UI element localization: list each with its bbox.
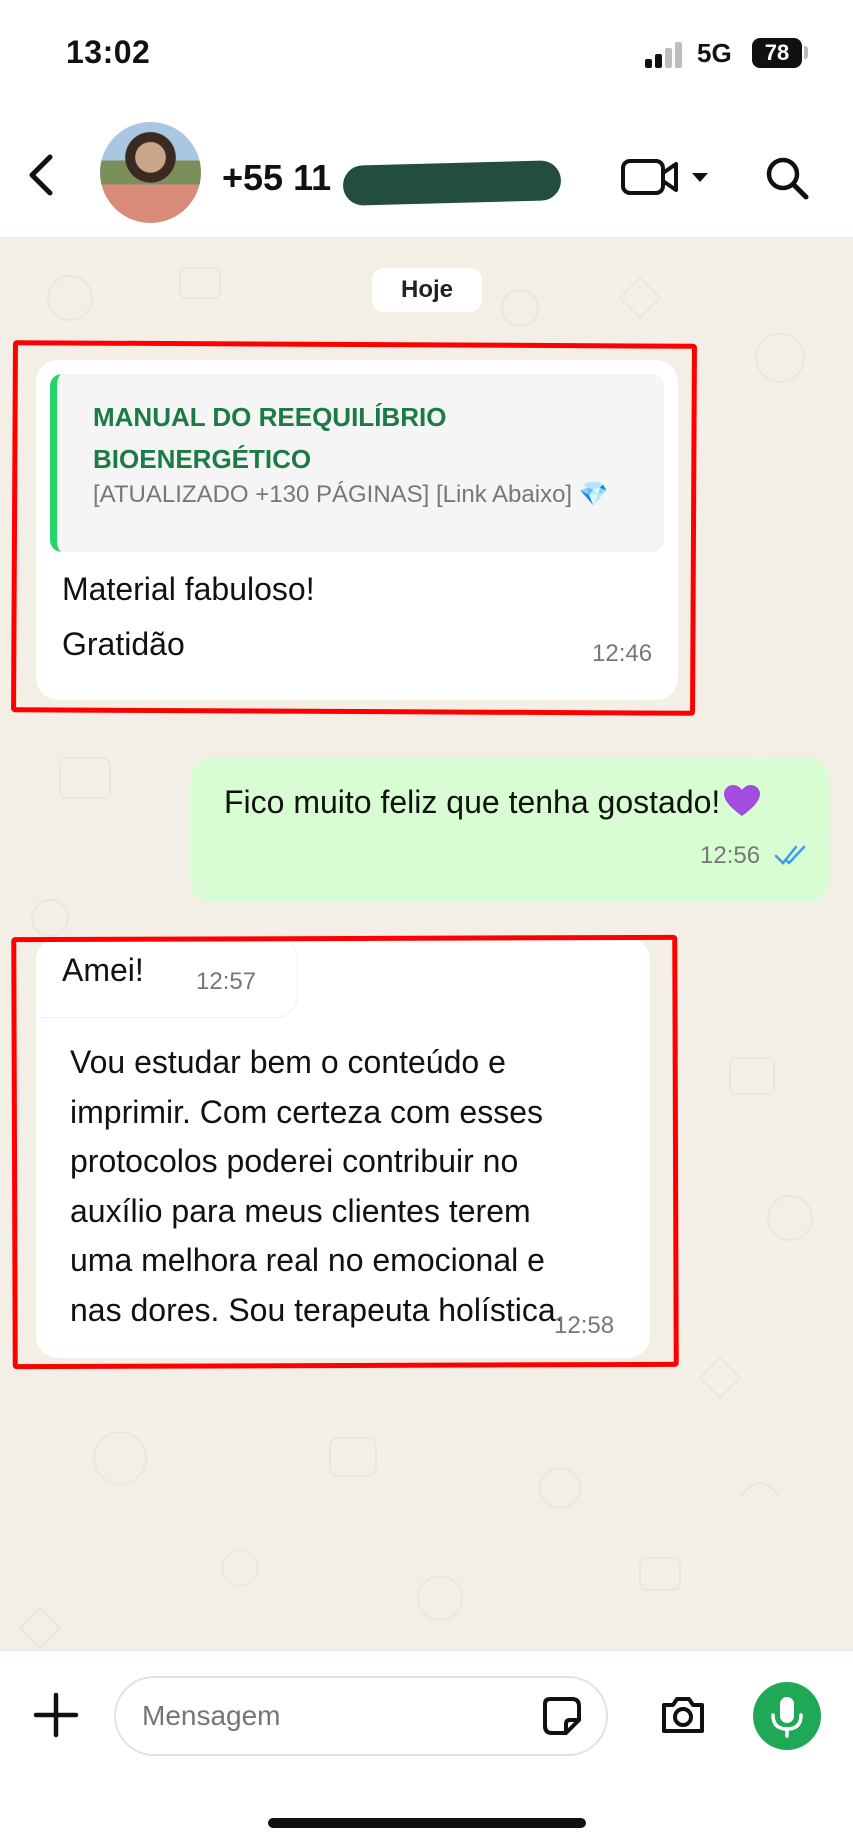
- caret-down-icon: [692, 173, 708, 182]
- status-time: 13:02: [66, 34, 151, 70]
- avatar[interactable]: [100, 122, 201, 223]
- sticker-icon: [543, 1697, 581, 1735]
- battery-tip: [804, 46, 808, 59]
- plus-icon: [33, 1692, 79, 1738]
- status-bar: 13:02 5G 78: [0, 0, 853, 105]
- home-indicator: [268, 1818, 586, 1828]
- microphone-button[interactable]: [753, 1682, 821, 1750]
- message-text-content: Fico muito feliz que tenha gostado!: [224, 784, 721, 820]
- message-input[interactable]: [114, 1676, 608, 1756]
- network-type: 5G: [697, 38, 732, 68]
- message-timestamp: 12:56: [700, 842, 761, 869]
- signal-icon: [645, 40, 685, 68]
- redacted-number: [342, 160, 562, 206]
- search-icon: [766, 157, 809, 200]
- date-separator: Hoje: [372, 268, 482, 312]
- annotation-frame: [11, 340, 697, 716]
- video-camera-icon: [621, 159, 708, 195]
- purple-heart-emoji: [724, 785, 761, 816]
- camera-icon: [662, 1697, 704, 1733]
- microphone-icon: [771, 1697, 803, 1738]
- input-bar: [0, 1650, 853, 1844]
- chat-header: +55 11: [0, 105, 853, 238]
- annotation-frame: [11, 934, 679, 1370]
- sticker-button[interactable]: [542, 1696, 582, 1736]
- camera-button[interactable]: [660, 1695, 706, 1735]
- chevron-left-icon: [29, 154, 53, 196]
- contact-name[interactable]: +55 11: [222, 157, 331, 199]
- chat-area[interactable]: Hoje MANUAL DO REEQUILÍBRIO BIOENERGÉTIC…: [0, 238, 853, 1650]
- search-button[interactable]: [764, 155, 810, 201]
- battery-level: 78: [764, 40, 790, 65]
- back-button[interactable]: [18, 151, 66, 199]
- video-call-button[interactable]: [620, 155, 708, 199]
- attach-button[interactable]: [32, 1691, 80, 1739]
- message-bubble-outgoing[interactable]: Fico muito feliz que tenha gostado! 12:5…: [190, 758, 830, 902]
- message-text: Fico muito feliz que tenha gostado!: [224, 780, 761, 824]
- battery-icon: 78: [752, 38, 802, 68]
- double-check-icon: [774, 845, 806, 865]
